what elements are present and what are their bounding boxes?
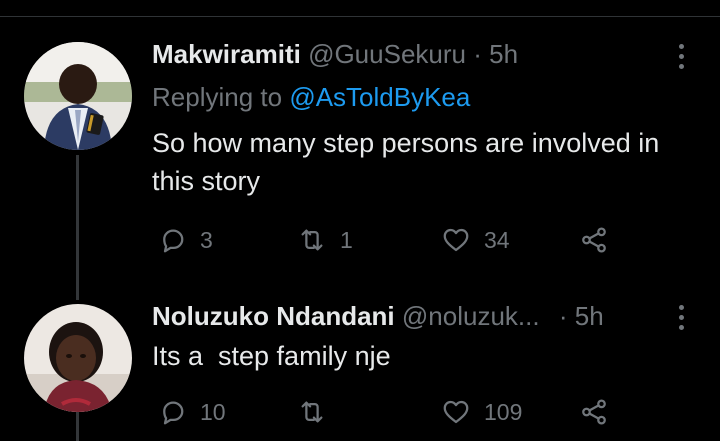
author-handle[interactable]: @GuuSekuru	[308, 39, 466, 69]
replying-label: Replying to	[152, 82, 283, 112]
separator-dot: ·	[473, 39, 482, 69]
more-vertical-icon[interactable]	[676, 305, 686, 330]
mention-link[interactable]: @AsToldByKea	[289, 82, 470, 112]
author-handle[interactable]: @noluzuk...	[402, 301, 540, 331]
like-button[interactable]: 109	[440, 397, 522, 427]
share-button[interactable]	[578, 225, 610, 255]
separator-dot: ·	[558, 301, 568, 331]
avatar[interactable]	[24, 304, 132, 412]
reply-button[interactable]: 3	[158, 225, 213, 255]
heart-icon	[443, 400, 469, 424]
like-button[interactable]: 34	[440, 225, 510, 255]
reply-count: 10	[200, 398, 226, 425]
share-button[interactable]	[578, 397, 610, 427]
retweet-icon	[301, 401, 323, 423]
tweet-header: Noluzuko Ndandani @noluzuk... · 5h	[152, 300, 604, 332]
reply-button[interactable]: 10	[158, 397, 226, 427]
retweet-icon	[301, 229, 323, 251]
thread-line	[76, 155, 79, 300]
tweet-text: Its a step family nje	[152, 341, 391, 371]
retweet-button[interactable]: 1	[296, 225, 353, 255]
like-count: 109	[484, 398, 523, 425]
timestamp[interactable]: 5h	[575, 301, 604, 331]
author-name[interactable]: Noluzuko Ndandani	[152, 301, 395, 331]
retweet-button[interactable]	[296, 397, 340, 427]
retweet-count: 1	[340, 226, 353, 253]
reply-icon	[163, 401, 184, 425]
top-divider	[0, 16, 720, 17]
avatar[interactable]	[24, 42, 132, 150]
share-icon	[582, 227, 606, 253]
timestamp[interactable]: 5h	[489, 39, 518, 69]
like-count: 34	[484, 226, 510, 253]
share-icon	[582, 399, 606, 425]
tweet-text: So how many step persons are involved in…	[152, 128, 660, 196]
reply-icon	[163, 229, 184, 253]
replying-to: Replying to @AsToldByKea	[152, 81, 470, 113]
author-name[interactable]: Makwiramiti	[152, 39, 301, 69]
tweet-header: Makwiramiti @GuuSekuru · 5h	[152, 38, 518, 70]
reply-count: 3	[200, 226, 213, 253]
heart-icon	[443, 228, 469, 252]
thread-line	[76, 412, 79, 441]
more-vertical-icon[interactable]	[676, 44, 686, 69]
